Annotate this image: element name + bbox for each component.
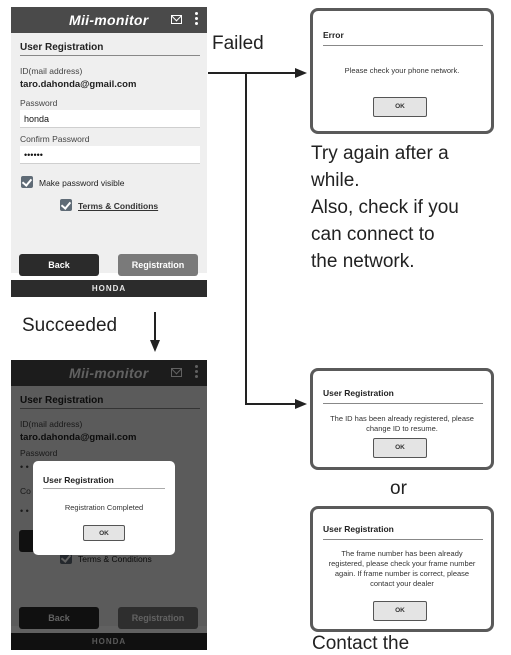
id-value: taro.dahonda@gmail.com — [20, 79, 137, 90]
dialog-message: Registration Completed — [64, 503, 144, 512]
make-visible-checkbox[interactable] — [21, 176, 33, 188]
dialog-title: User Registration — [323, 524, 394, 534]
network-caption: Try again after a while. Also, check if … — [311, 140, 459, 275]
back-button[interactable]: Back — [19, 254, 99, 276]
dialog-divider — [323, 45, 483, 46]
success-dialog: User Registration Registration Completed… — [33, 461, 175, 555]
page-title: User Registration — [20, 42, 104, 53]
password-field[interactable]: honda — [20, 110, 200, 128]
dialog-divider — [323, 539, 483, 540]
ok-button[interactable]: OK — [373, 97, 427, 117]
confirm-password-value: •••••• — [24, 150, 43, 160]
dialog-message: The ID has been already registered, plea… — [319, 414, 485, 434]
message-line: contact your dealer — [370, 579, 434, 588]
divider — [20, 55, 200, 56]
dialog-title: Error — [323, 30, 344, 40]
dialog-message: The frame number has been already regist… — [319, 549, 485, 589]
arrow-line — [154, 312, 156, 342]
registration-button[interactable]: Registration — [118, 254, 198, 276]
dialog-divider — [43, 488, 165, 489]
succeeded-label: Succeeded — [22, 315, 118, 336]
dialog-divider — [323, 403, 483, 404]
password-value: honda — [24, 114, 50, 124]
arrow-right-icon — [295, 399, 307, 409]
message-line: The frame number has been already — [341, 549, 463, 558]
message-line: again. If frame number is correct, pleas… — [334, 569, 470, 578]
mail-icon[interactable] — [171, 15, 182, 24]
network-error-dialog: Error Please check your phone network. O… — [310, 8, 494, 134]
more-menu-icon[interactable] — [195, 12, 198, 27]
confirm-password-field[interactable]: •••••• — [20, 146, 200, 164]
caption-line: while. — [311, 170, 360, 191]
or-label: or — [390, 478, 407, 499]
caption-line: the network. — [311, 251, 415, 272]
arrow-line — [245, 403, 298, 405]
message-line: registered, please check your frame numb… — [328, 559, 476, 568]
brand-footer: HONDA — [11, 280, 207, 297]
frame-number-dialog: User Registration The frame number has b… — [310, 506, 494, 632]
arrow-line — [208, 72, 298, 74]
ok-button[interactable]: OK — [373, 601, 427, 621]
app-title: Mii-monitor — [69, 12, 149, 28]
caption-line: can connect to — [311, 224, 435, 245]
dialog-title: User Registration — [43, 475, 114, 485]
id-label: ID(mail address) — [20, 66, 83, 76]
arrow-line — [245, 72, 247, 404]
confirm-password-label: Confirm Password — [20, 134, 90, 144]
ok-button[interactable]: OK — [373, 438, 427, 458]
arrow-right-icon — [295, 68, 307, 78]
registration-screen: Mii-monitor User Registration ID(mail ad… — [11, 7, 207, 297]
registration-success-screen: Mii-monitor User Registration ID(mail ad… — [11, 360, 207, 650]
dialog-title: User Registration — [323, 388, 394, 398]
caption-line: Also, check if you — [311, 197, 459, 218]
password-label: Password — [20, 98, 58, 108]
ok-button[interactable]: OK — [83, 525, 125, 541]
terms-checkbox[interactable] — [60, 199, 72, 211]
terms-link[interactable]: Terms & Conditions — [78, 201, 158, 211]
app-bar: Mii-monitor — [11, 7, 207, 33]
contact-caption: Contact the — [312, 633, 410, 654]
failed-label: Failed — [212, 33, 264, 54]
message-line: The ID has been already registered, plea… — [330, 414, 474, 423]
dialog-message: Please check your phone network. — [344, 66, 460, 75]
arrow-down-icon — [150, 340, 160, 352]
caption-line: Try again after a — [311, 143, 449, 164]
make-visible-label: Make password visible — [39, 178, 125, 188]
message-line: change ID to resume. — [366, 424, 438, 433]
id-registered-dialog: User Registration The ID has been alread… — [310, 368, 494, 470]
